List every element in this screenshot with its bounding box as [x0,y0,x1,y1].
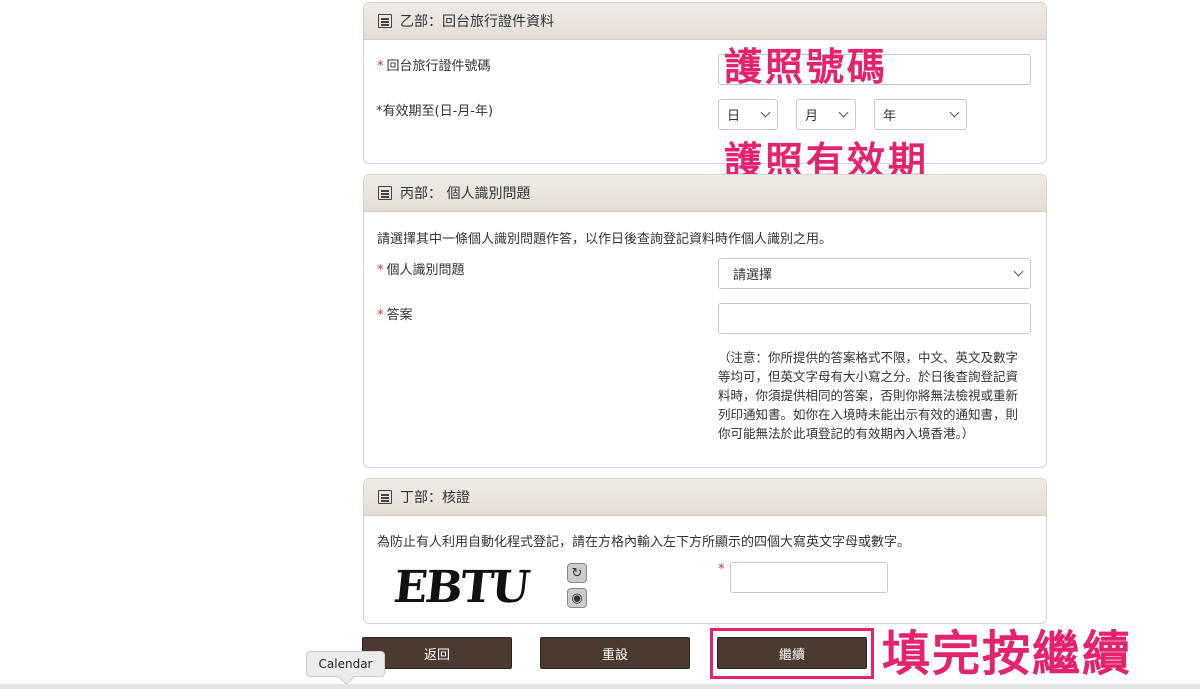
chevron-down-icon [760,107,771,118]
answer-label: * 答案 [377,304,413,323]
document-list-icon [378,14,392,28]
calendar-tooltip: Calendar [306,651,385,677]
captcha-image: EBTU [391,560,562,613]
section-c-title: 丙部： 個人識別問題 [400,186,531,202]
note-line: 料時，你須提供相同的答案，否則你將無法檢視或重新 [718,388,1019,403]
doc-number-label: * 回台旅行證件號碼 [377,55,491,74]
expiry-day-select[interactable]: 日 [718,99,778,130]
audio-icon[interactable]: ◉ [567,588,587,608]
expiry-year-select[interactable]: 年 [874,99,967,130]
day-select-value: 日 [727,109,741,124]
note-line: 列印通知書。如你在入境時未能出示有效的通知書，則 [718,407,1019,422]
answer-label-text: 答案 [386,308,413,323]
year-select-value: 年 [883,109,897,124]
annotation-passport-number: 護照號碼 [724,45,889,89]
question-select[interactable]: 請選擇 [718,258,1031,289]
section-b-header: 乙部：回台旅行證件資料 [364,3,1046,40]
chevron-down-icon [949,107,960,118]
annotation-fill-and-press: 填完按繼續 [882,626,1133,682]
section-c-instruction: 請選擇其中一條個人識別問題作答，以作日後查詢登記資料時作個人識別之用。 [377,232,833,247]
answer-note: （注意：你所提供的答案格式不限，中文、英文及數字 等均可，但英文字母有大小寫之分… [718,348,1018,443]
bottom-bar [0,684,1200,689]
expiry-label: *有效期至(日-月-年) [376,104,494,119]
section-d-title: 丁部：核證 [400,490,470,506]
captcha-input[interactable] [730,562,888,593]
captcha-required-mark: * [718,562,725,577]
note-line: 你可能無法於此項登記的有效期內入境香港。） [718,426,975,441]
chevron-down-icon [838,107,849,118]
document-list-icon [378,186,392,200]
captcha-text: EBTU [391,562,531,613]
continue-highlight-box [710,628,874,679]
refresh-icon[interactable]: ↻ [567,563,587,583]
expiry-month-select[interactable]: 月 [796,99,856,130]
note-line: （注意：你所提供的答案格式不限，中文、英文及數字 [718,350,1019,365]
answer-input[interactable] [718,303,1031,334]
section-b-title: 乙部：回台旅行證件資料 [400,14,554,30]
section-d-header: 丁部：核證 [364,479,1046,516]
note-line: 等均可，但英文字母有大小寫之分。於日後查詢登記資 [718,369,1019,384]
required-mark: * [377,59,384,74]
section-d-instruction: 為防止有人利用自動化程式登記，請在方格內輸入左下方所顯示的四個大寫英文字母或數字… [377,535,911,550]
chevron-down-icon [1013,266,1024,277]
question-label-text: 個人識別問題 [386,263,465,278]
question-select-value: 請選擇 [733,268,773,283]
required-mark: * [377,263,384,278]
reset-button[interactable]: 重設 [540,637,690,669]
question-label: * 個人識別問題 [377,259,465,278]
section-c-header: 丙部： 個人識別問題 [364,175,1046,212]
doc-number-label-text: 回台旅行證件號碼 [386,59,491,74]
month-select-value: 月 [805,109,819,124]
required-mark: * [377,308,384,323]
document-list-icon [378,490,392,504]
